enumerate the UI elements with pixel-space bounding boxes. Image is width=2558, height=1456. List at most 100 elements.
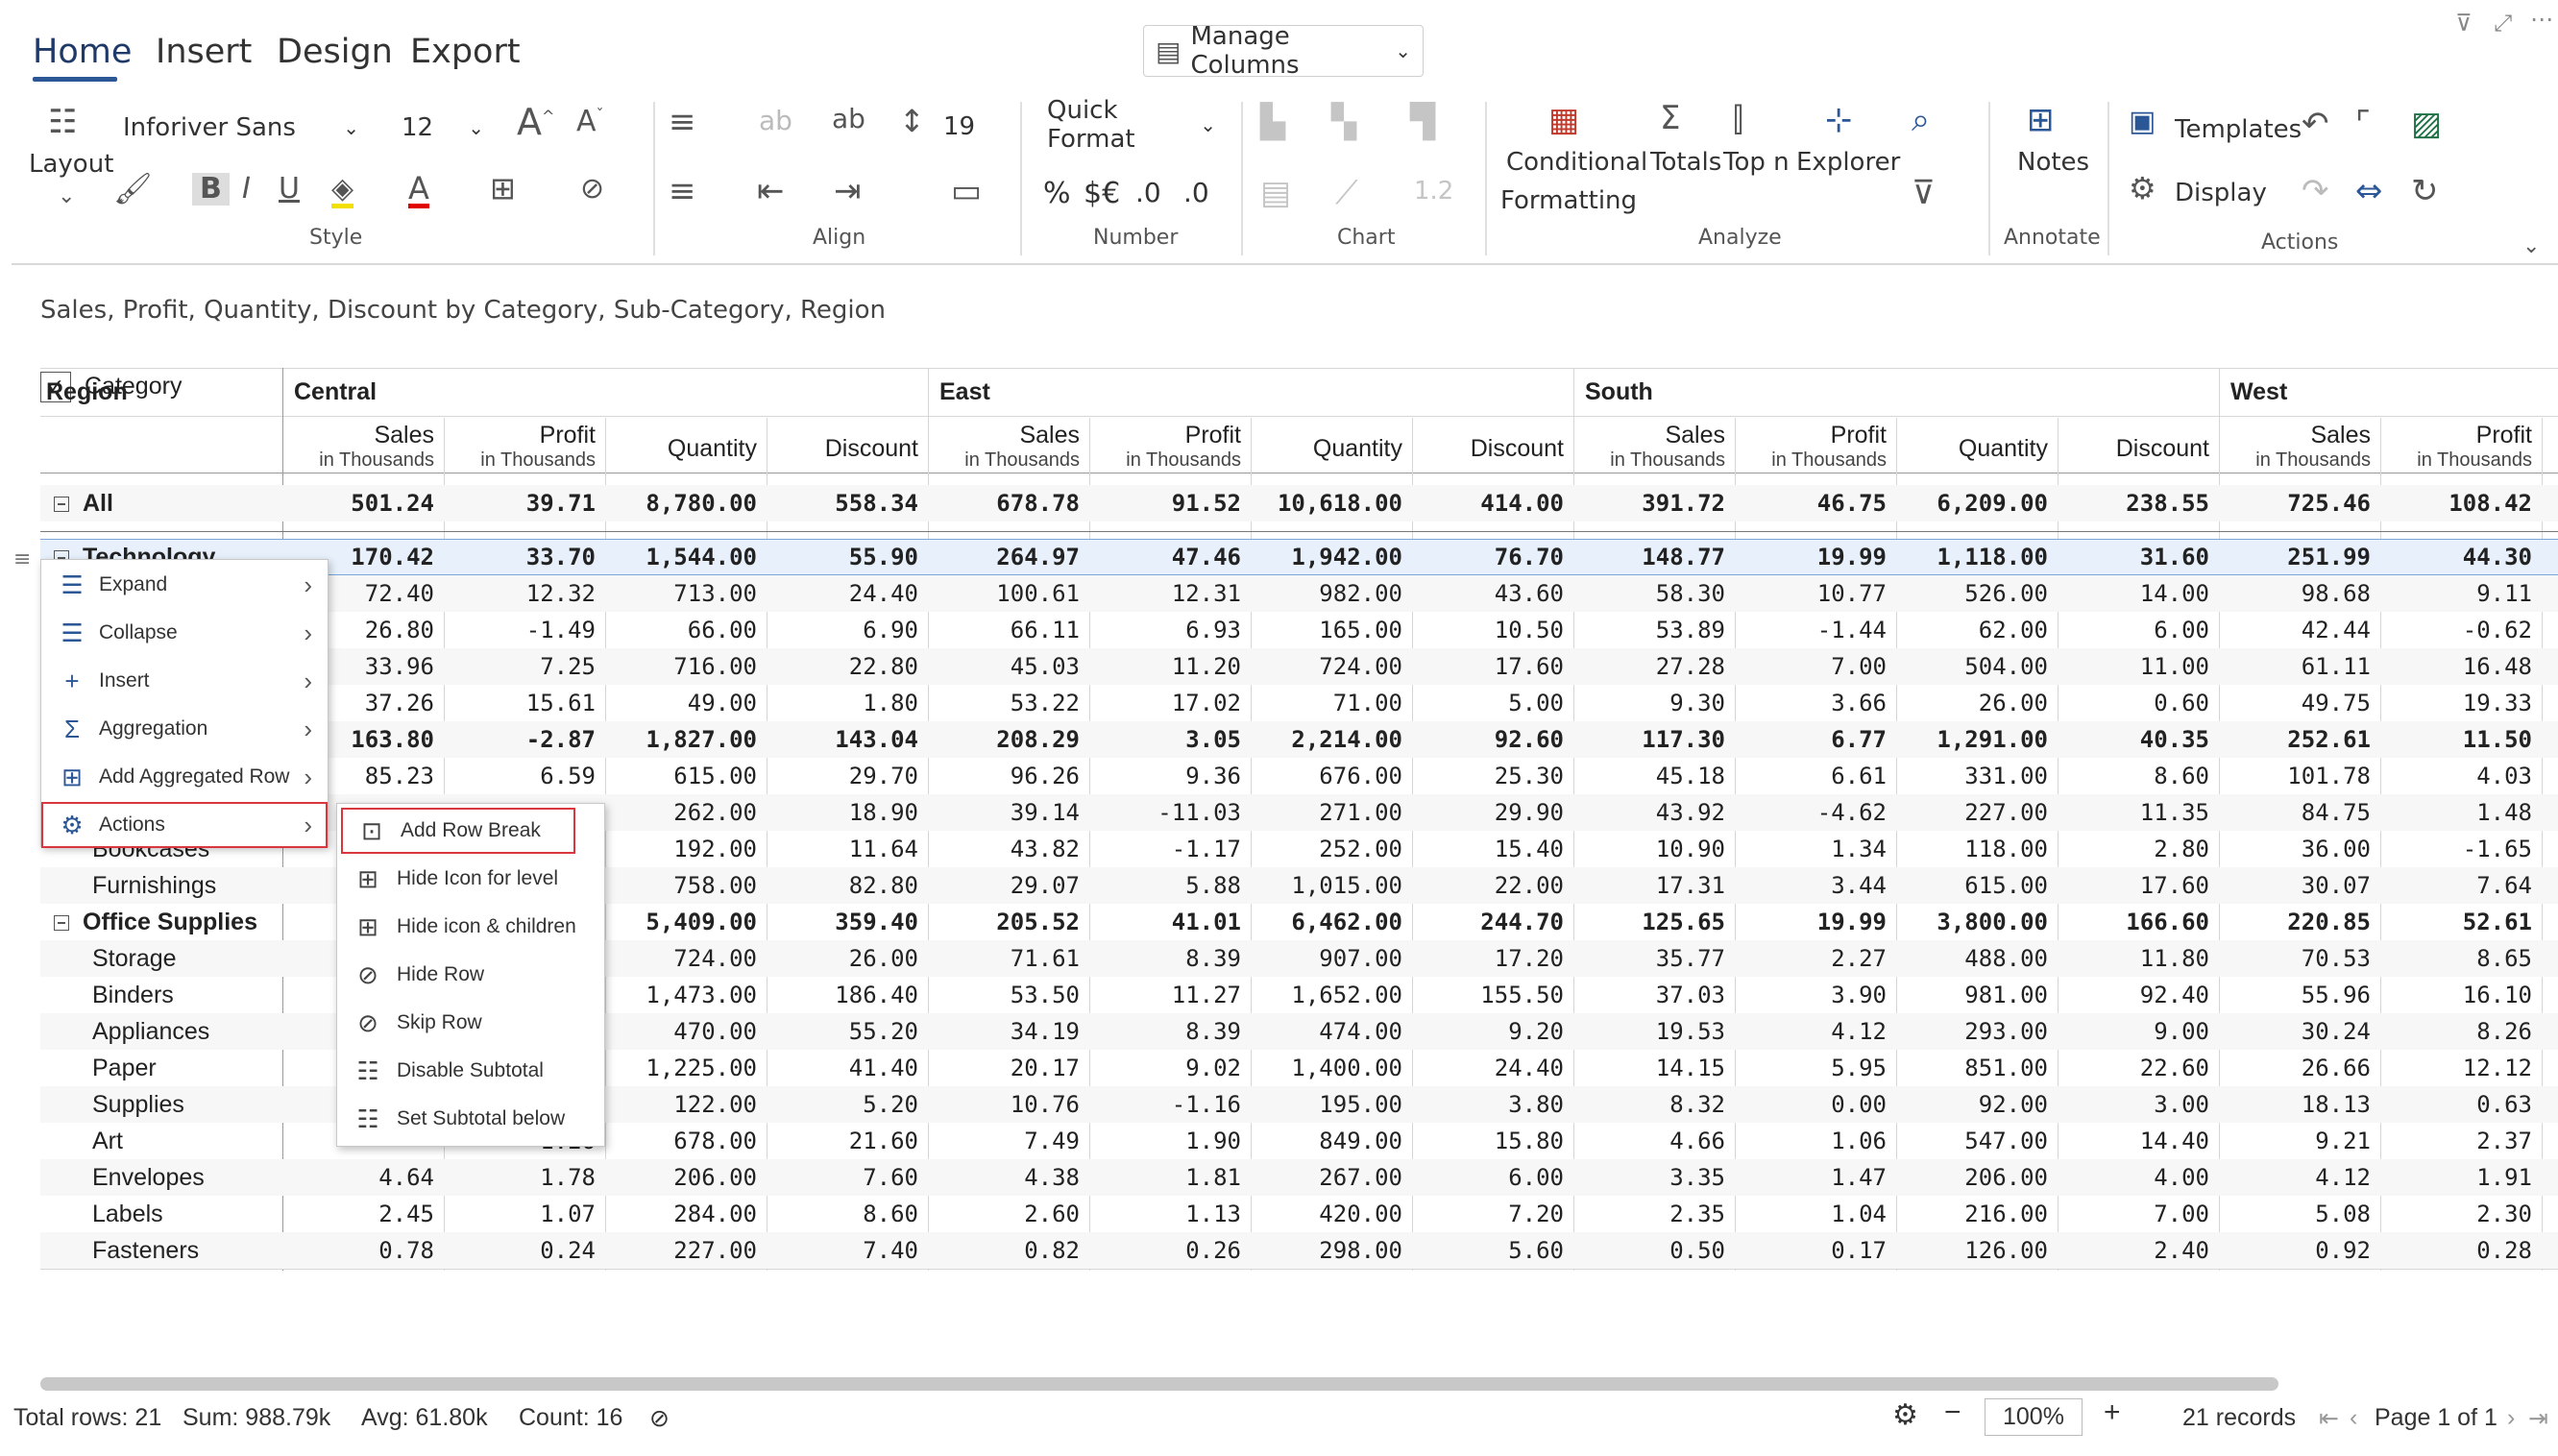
tab-home[interactable]: Home (33, 33, 132, 71)
zoom-out-button[interactable]: − (1944, 1396, 1961, 1429)
row-label[interactable]: Furnishings (92, 867, 216, 904)
data-cell[interactable]: 25.30 (1412, 758, 1573, 794)
data-cell[interactable]: 1,225.00 (605, 1050, 767, 1086)
data-cell[interactable]: 5.20 (767, 1086, 928, 1123)
data-cell[interactable]: 58.30 (1573, 575, 1735, 612)
data-cell[interactable]: 7.20 (1412, 1196, 1573, 1232)
data-cell[interactable]: 1.34 (1735, 831, 1896, 867)
fill-color-icon[interactable]: ◈ (331, 175, 354, 208)
percent-button[interactable]: % (1043, 177, 1071, 210)
data-cell[interactable]: 84.75 (2219, 794, 2380, 831)
data-cell[interactable]: 615.00 (605, 758, 767, 794)
currency-button[interactable]: $€ (1084, 177, 1120, 210)
data-cell[interactable]: 3,800.00 (1896, 904, 2058, 940)
data-cell[interactable]: 6,462.00 (1251, 904, 1412, 940)
data-cell[interactable]: 6.90 (767, 612, 928, 648)
data-cell[interactable]: 0.26 (1089, 1232, 1251, 1269)
submenu-add-row-break[interactable]: ⊡ Add Row Break (341, 808, 575, 854)
data-cell[interactable]: 30.24 (2219, 1013, 2380, 1050)
data-cell[interactable]: 1,118.00 (1896, 539, 2058, 575)
chevron-down-icon[interactable]: ⌄ (58, 186, 75, 207)
data-cell[interactable]: 1.47 (1735, 1159, 1896, 1196)
column-header[interactable]: Sales in Thousands (928, 422, 1089, 472)
data-cell[interactable]: 7.00 (1735, 648, 1896, 685)
chart-value-button[interactable]: 1.2 (1414, 177, 1453, 206)
submenu-disable-subtotal[interactable]: ☷ Disable Subtotal (337, 1048, 604, 1094)
data-cell[interactable]: -11.03 (1089, 794, 1251, 831)
data-cell[interactable]: 92.60 (1412, 721, 1573, 758)
data-cell[interactable]: 1,015.00 (1251, 867, 1412, 904)
data-cell[interactable]: 26.00 (1896, 685, 2058, 721)
submenu-hide-icon-for-level[interactable]: ⊞ Hide Icon for level (337, 856, 604, 902)
hide-icon[interactable]: ⊘ (580, 175, 604, 204)
data-cell[interactable]: 0.82 (928, 1232, 1089, 1269)
wrap-text-icon[interactable]: ab (759, 108, 792, 134)
data-cell[interactable]: 17.20 (1412, 940, 1573, 977)
context-menu-collapse[interactable]: ☰ Collapse › (41, 610, 328, 656)
gear-icon[interactable]: ⚙ (1892, 1398, 1918, 1432)
data-cell[interactable]: 10.90 (1573, 831, 1735, 867)
data-cell[interactable]: 9.21 (2219, 1123, 2380, 1159)
conditional-label[interactable]: Conditional (1506, 148, 1647, 177)
data-cell[interactable]: 126.00 (1896, 1232, 2058, 1269)
row-label[interactable]: Binders (92, 977, 174, 1013)
data-cell[interactable]: 2.60 (928, 1196, 1089, 1232)
data-cell[interactable]: 3.35 (1573, 1159, 1735, 1196)
data-cell[interactable]: 8.60 (767, 1196, 928, 1232)
data-cell[interactable]: 8.39 (1089, 940, 1251, 977)
data-cell[interactable]: 55.90 (767, 539, 928, 575)
data-cell[interactable]: 1,544.00 (605, 539, 767, 575)
row-label[interactable]: Appliances (92, 1013, 209, 1050)
data-cell[interactable]: 267.00 (1251, 1159, 1412, 1196)
notes-icon[interactable]: ⊞ (2027, 104, 2055, 136)
data-cell[interactable]: 504.00 (1896, 648, 2058, 685)
data-cell[interactable]: 82.80 (767, 867, 928, 904)
data-cell[interactable]: 45.03 (928, 648, 1089, 685)
data-cell[interactable]: 208.29 (928, 721, 1089, 758)
data-cell[interactable]: 284.00 (605, 1196, 767, 1232)
submenu-set-subtotal-below[interactable]: ☷ Set Subtotal below (337, 1096, 604, 1142)
data-cell[interactable]: 1.91 (2380, 1159, 2542, 1196)
data-cell[interactable]: 17.60 (1412, 648, 1573, 685)
data-cell[interactable]: 1.06 (1735, 1123, 1896, 1159)
data-cell[interactable]: -0.62 (2380, 612, 2542, 648)
data-cell[interactable]: 192.00 (605, 831, 767, 867)
data-cell[interactable]: 981.00 (1896, 977, 2058, 1013)
next-page-icon[interactable]: › (2507, 1404, 2515, 1432)
data-cell[interactable]: 4.66 (1573, 1123, 1735, 1159)
bold-button[interactable]: B (192, 173, 230, 206)
data-cell[interactable]: 29.07 (928, 867, 1089, 904)
data-cell[interactable]: 3.66 (1735, 685, 1896, 721)
submenu-skip-row[interactable]: ⊘ Skip Row (337, 1000, 604, 1046)
search-icon[interactable]: ⌕ (1912, 104, 1930, 136)
data-cell[interactable]: 17.02 (1089, 685, 1251, 721)
data-cell[interactable]: 108.42 (2380, 485, 2542, 522)
data-cell[interactable]: 0.28 (2380, 1232, 2542, 1269)
data-cell[interactable]: 4.12 (1735, 1013, 1896, 1050)
data-cell[interactable]: 10.76 (928, 1086, 1089, 1123)
data-cell[interactable]: -1.44 (1735, 612, 1896, 648)
data-cell[interactable]: 713.00 (605, 575, 767, 612)
data-cell[interactable]: 1,473.00 (605, 977, 767, 1013)
more-options-icon[interactable]: ⋯ (2530, 6, 2553, 33)
tab-design[interactable]: Design (277, 33, 393, 71)
row-label[interactable]: Office Supplies (54, 904, 257, 940)
data-cell[interactable]: 3.05 (1089, 721, 1251, 758)
zoom-in-button[interactable]: + (2104, 1396, 2121, 1429)
line-height-icon[interactable]: ↕ (899, 106, 925, 136)
data-cell[interactable]: 8.26 (2380, 1013, 2542, 1050)
first-page-icon[interactable]: ⇤ (2319, 1404, 2339, 1433)
data-cell[interactable]: 22.80 (767, 648, 928, 685)
data-cell[interactable]: -4.62 (1735, 794, 1896, 831)
data-cell[interactable]: 293.00 (1896, 1013, 2058, 1050)
data-cell[interactable]: 5.88 (1089, 867, 1251, 904)
freeze-icon[interactable]: ⌜ (2355, 108, 2371, 140)
data-cell[interactable]: 11.80 (2058, 940, 2219, 977)
data-cell[interactable]: 7.25 (444, 648, 605, 685)
data-cell[interactable]: 9.20 (1412, 1013, 1573, 1050)
data-cell[interactable]: 18.90 (767, 794, 928, 831)
data-cell[interactable]: 53.22 (928, 685, 1089, 721)
data-cell[interactable]: 22.60 (2058, 1050, 2219, 1086)
data-cell[interactable]: 195.00 (1251, 1086, 1412, 1123)
decrease-font-icon[interactable]: Aˇ (576, 108, 604, 136)
